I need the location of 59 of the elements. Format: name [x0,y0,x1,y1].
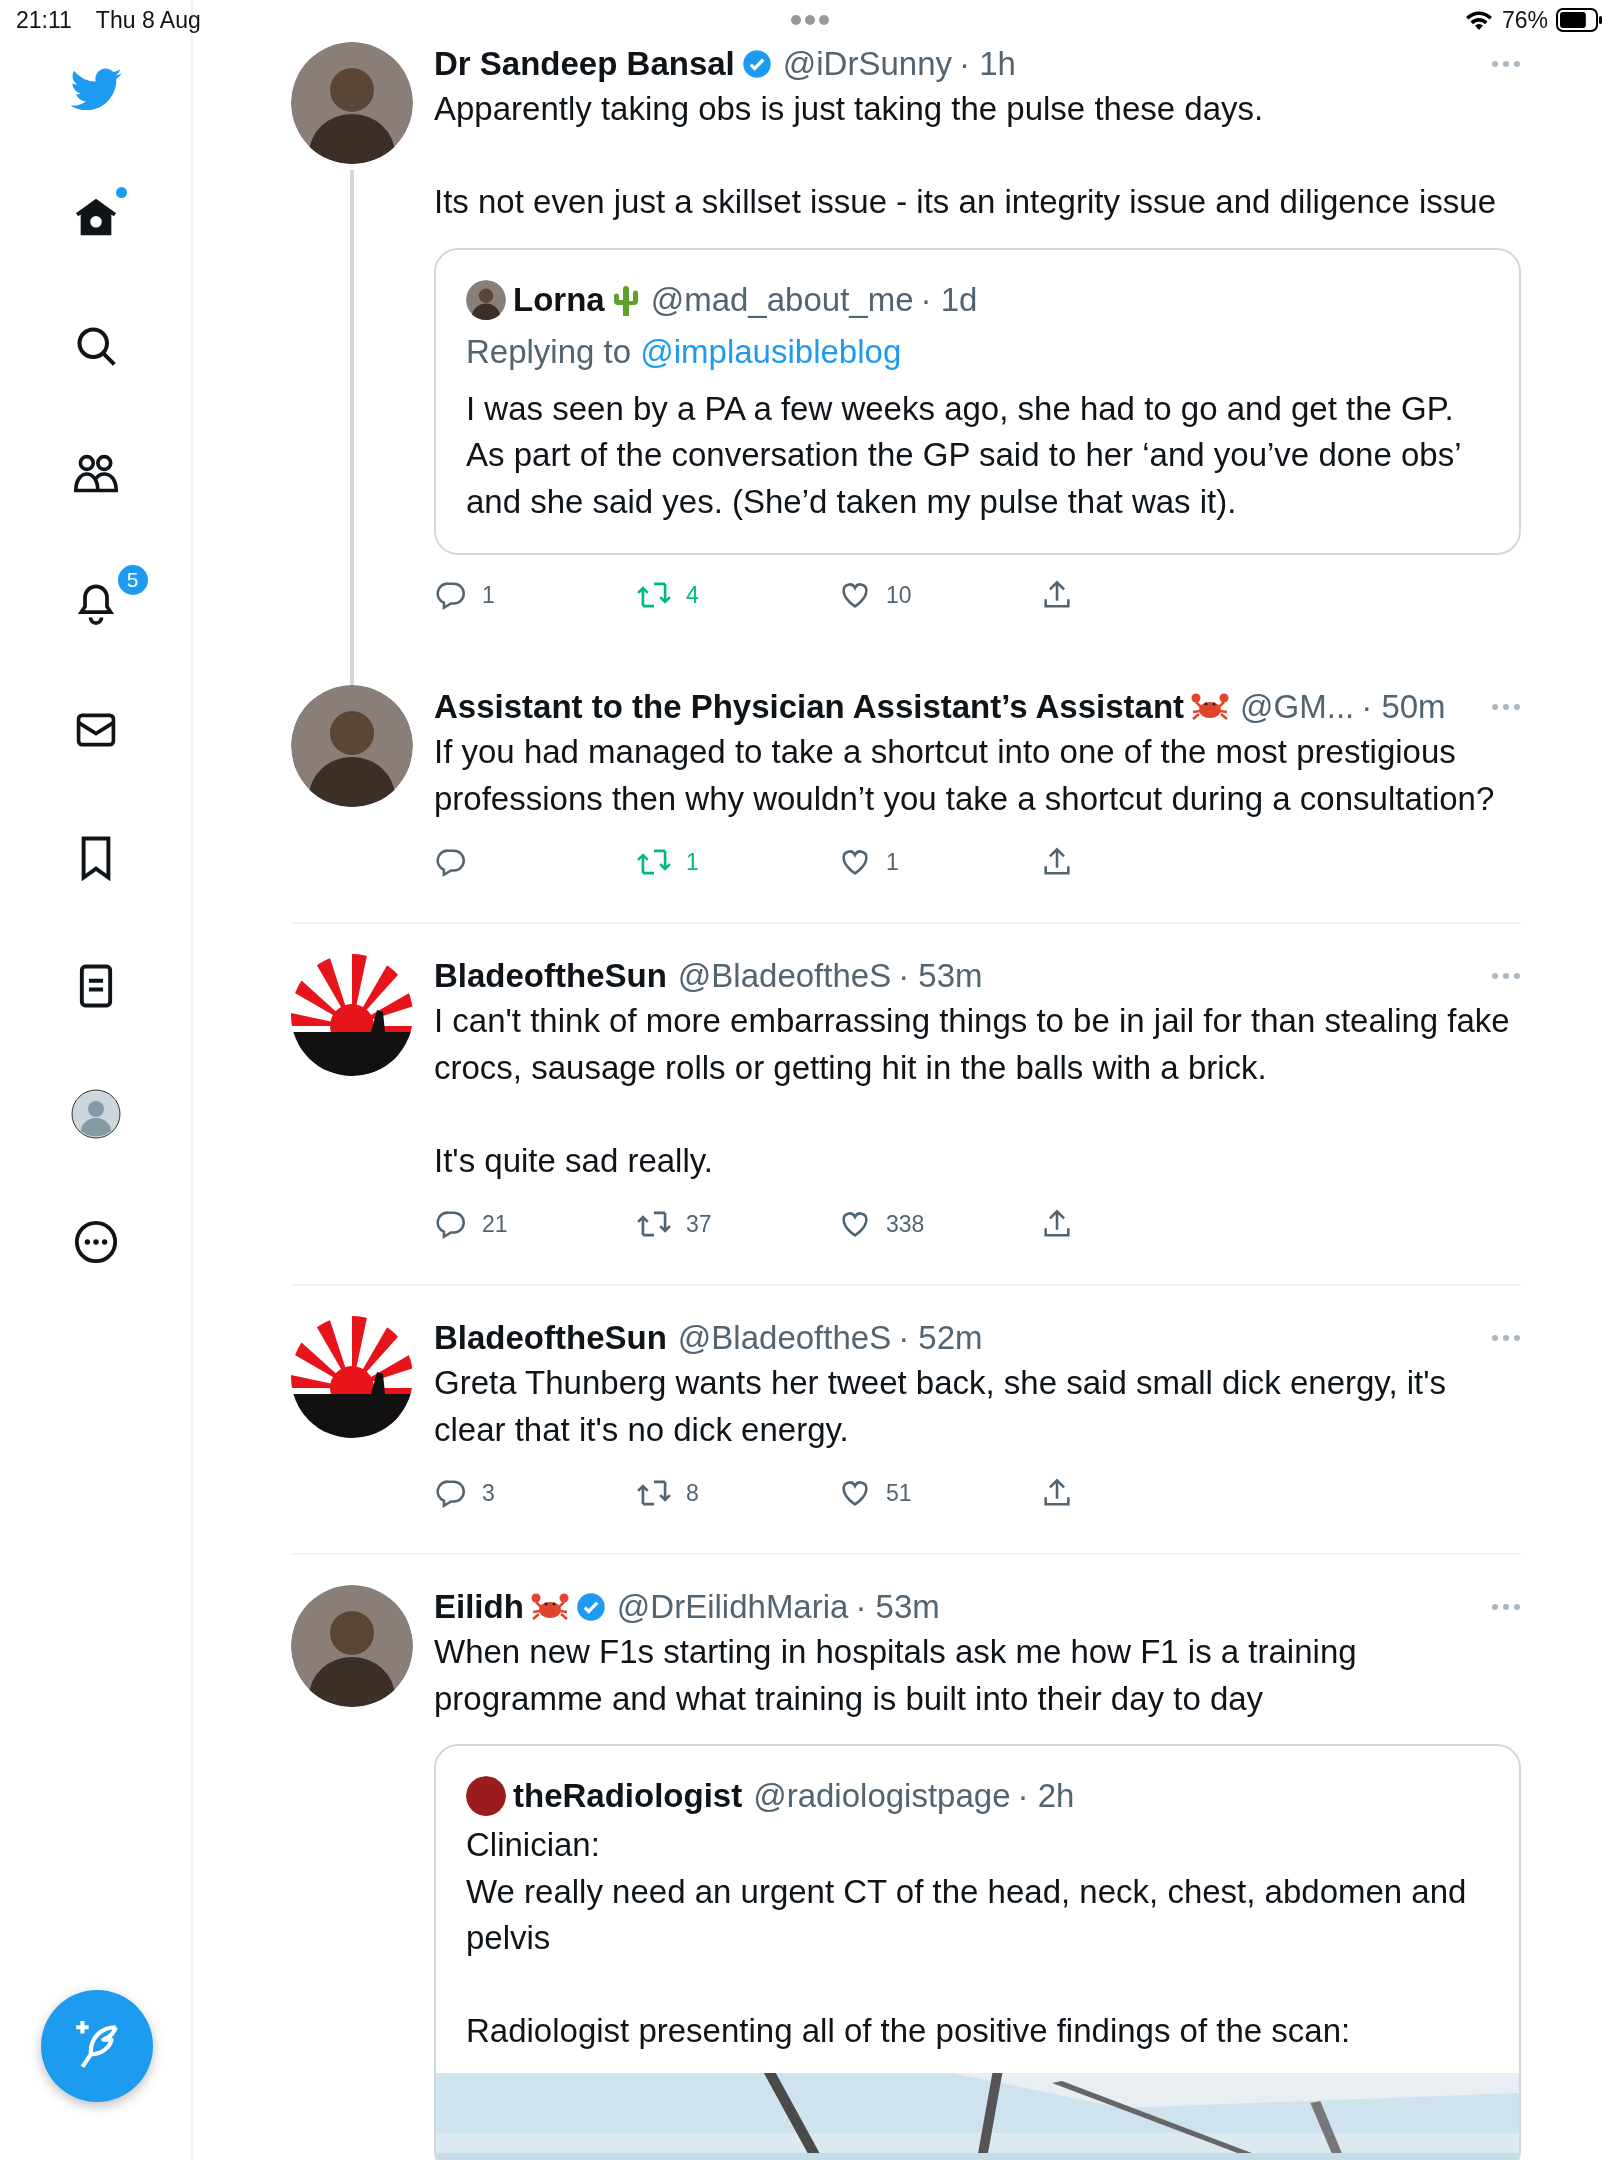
avatar[interactable] [291,685,413,807]
tweet-text: When new F1s starting in hospitals ask me how F1 is a training programme and what training is built into their day to day [434,1632,1358,1719]
avatar[interactable] [291,1585,413,1707]
tweet-text: I can't think of more embarrassing things to be in jail for than stealing fake crocs, sausage rolls or getting hit in the balls with a brick. It's quite sad really. [434,1001,1511,1181]
status-time: 21:11 [16,5,72,35]
profile-avatar-icon[interactable] [70,1089,121,1139]
timestamp: · 53m [855,1587,940,1627]
like-button[interactable]: 51 [838,1473,1040,1513]
author-handle: @mad_about_me [650,279,914,320]
avatar[interactable] [466,279,506,320]
quoted-text: I was seen by a PA a few weeks ago, she had to go and get the GP. As part of the conversation the GP said to her ‘and you’ve done obs’ and she said yes. (She’d taken my pulse that was it). [466,388,1462,522]
like-button[interactable]: 10 [838,575,1040,615]
reply-button[interactable]: 1 [434,575,636,615]
author-handle: @radiologistpage [753,1776,1011,1816]
tweet-text: Greta Thunberg wants her tweet back, she said small dick energy, it's clear that it's no dick energy. [434,1363,1448,1450]
tweet-text: Apparently taking obs is just taking the pulse these days. Its not even just a skillset issue - its an integrity issue and diligence issue [434,89,1498,222]
battery-icon [1556,8,1604,32]
more-options-icon[interactable] [72,1219,119,1265]
avatar[interactable] [291,954,413,1076]
quoted-text: Clinician: We really need an urgent CT of the head, neck, chest, abdomen and pelvis Radiologist presenting all of the positive findings of the scan: [466,1825,1468,2051]
author-name: Dr Sandeep Bansal [434,44,735,84]
author-handle: @BladeoftheS [677,956,892,996]
timestamp: · 2h [1017,1776,1075,1816]
timestamp: · 1d [920,279,978,320]
author-name: BladeoftheSun [434,956,667,996]
author-name: Assistant to the Physician Assistant’s Assistant [434,687,1185,727]
multitask-icon[interactable] [790,14,830,26]
crab-icon [530,1592,569,1622]
reply-button[interactable]: 21 [434,1204,636,1244]
author-name: Lorna [513,279,605,320]
timestamp: · 1h [959,44,1016,84]
reply-context: Replying to [466,332,633,370]
author-name: BladeoftheSun [434,1318,667,1358]
author-handle: @iDrSunny [782,44,952,84]
retweet-button[interactable]: 8 [636,1473,838,1513]
author-name: Eilidh [434,1587,524,1627]
battery-level: 76% [1501,5,1548,35]
avatar[interactable] [466,1776,506,1816]
crab-icon [1191,692,1230,722]
notification-count: 5 [117,565,148,595]
status-date: Thu 8 Aug [95,5,201,35]
timestamp: · 53m [898,956,983,996]
avatar[interactable] [291,1316,413,1438]
quoted-tweet-card[interactable]: theRadiologist @radiologistpage · 2h Clinician: We really need an urgent CT of the head, neck, chest, abdomen and pelvis Radiologist presenting all of the positive findings of the scan: [434,1744,1521,2160]
avatar[interactable] [291,42,413,164]
tweet-text: If you had managed to take a shortcut into one of the most prestigious professions then why wouldn’t you take a shortcut during a consultation? [434,732,1496,819]
quoted-tweet-card[interactable] [434,247,1521,555]
reply-button[interactable]: 3 [434,1473,636,1513]
like-button[interactable]: 338 [838,1204,1040,1244]
author-handle: @GM... [1240,687,1355,727]
like-button[interactable]: 1 [838,842,1040,882]
author-name: theRadiologist [513,1776,743,1816]
timestamp: · 50m [1361,687,1446,727]
author-handle: @DrEilidhMaria [616,1587,849,1627]
retweet-button[interactable]: 37 [636,1204,838,1244]
author-handle: @BladeoftheS [677,1318,892,1358]
timestamp: · 52m [898,1318,983,1358]
compose-button[interactable] [41,1990,153,2102]
wifi-icon [1463,9,1494,31]
